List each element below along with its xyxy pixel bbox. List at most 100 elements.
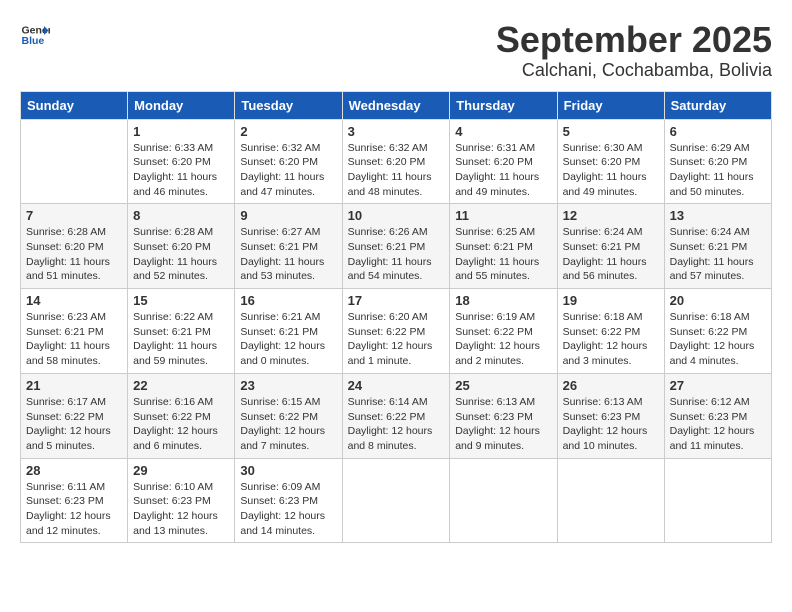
day-info: Sunrise: 6:20 AM Sunset: 6:22 PM Dayligh… [348,310,445,369]
day-info: Sunrise: 6:33 AM Sunset: 6:20 PM Dayligh… [133,141,229,200]
day-info: Sunrise: 6:24 AM Sunset: 6:21 PM Dayligh… [563,225,659,284]
day-number: 5 [563,124,659,139]
calendar-week-row: 28Sunrise: 6:11 AM Sunset: 6:23 PM Dayli… [21,458,772,543]
day-number: 29 [133,463,229,478]
calendar-cell: 27Sunrise: 6:12 AM Sunset: 6:23 PM Dayli… [664,373,771,458]
weekday-header-cell: Saturday [664,91,771,119]
title-block: September 2025 Calchani, Cochabamba, Bol… [496,20,772,81]
calendar-cell: 17 Sunrise: 6:20 AM Sunset: 6:22 PM Dayli… [342,289,450,374]
logo: General Blue [20,20,50,50]
calendar-cell: 24Sunrise: 6:14 AM Sunset: 6:22 PM Dayli… [342,373,450,458]
day-number: 4 [455,124,551,139]
day-info: Sunrise: 6:22 AM Sunset: 6:21 PM Dayligh… [133,310,229,369]
day-number: 19 [563,293,659,308]
calendar-week-row: 7 Sunrise: 6:28 AM Sunset: 6:20 PM Daylig… [21,204,772,289]
day-number: 18 [455,293,551,308]
day-info: Sunrise: 6:15 AM Sunset: 6:22 PM Dayligh… [240,395,336,454]
calendar-cell: 16Sunrise: 6:21 AM Sunset: 6:21 PM Dayli… [235,289,342,374]
day-number: 22 [133,378,229,393]
calendar-week-row: 1 Sunrise: 6:33 AM Sunset: 6:20 PM Daylig… [21,119,772,204]
day-number: 9 [240,208,336,223]
calendar-cell: 3 Sunrise: 6:32 AM Sunset: 6:20 PM Daylig… [342,119,450,204]
day-info: Sunrise: 6:10 AM Sunset: 6:23 PM Dayligh… [133,480,229,539]
calendar-cell: 9 Sunrise: 6:27 AM Sunset: 6:21 PM Daylig… [235,204,342,289]
day-number: 24 [348,378,445,393]
day-info: Sunrise: 6:28 AM Sunset: 6:20 PM Dayligh… [26,225,122,284]
calendar-cell: 2Sunrise: 6:32 AM Sunset: 6:20 PM Daylig… [235,119,342,204]
weekday-header-row: SundayMondayTuesdayWednesdayThursdayFrid… [21,91,772,119]
calendar-cell: 7 Sunrise: 6:28 AM Sunset: 6:20 PM Daylig… [21,204,128,289]
logo-icon: General Blue [20,20,50,50]
day-info: Sunrise: 6:13 AM Sunset: 6:23 PM Dayligh… [455,395,551,454]
calendar-week-row: 21 Sunrise: 6:17 AM Sunset: 6:22 PM Dayli… [21,373,772,458]
calendar-cell: 1 Sunrise: 6:33 AM Sunset: 6:20 PM Daylig… [128,119,235,204]
weekday-header-cell: Tuesday [235,91,342,119]
day-info: Sunrise: 6:31 AM Sunset: 6:20 PM Dayligh… [455,141,551,200]
calendar-table: SundayMondayTuesdayWednesdayThursdayFrid… [20,91,772,544]
day-number: 25 [455,378,551,393]
weekday-header-cell: Thursday [450,91,557,119]
day-info: Sunrise: 6:27 AM Sunset: 6:21 PM Dayligh… [240,225,336,284]
day-info: Sunrise: 6:26 AM Sunset: 6:21 PM Dayligh… [348,225,445,284]
calendar-cell: 21 Sunrise: 6:17 AM Sunset: 6:22 PM Dayli… [21,373,128,458]
calendar-cell: 10 Sunrise: 6:26 AM Sunset: 6:21 PM Dayli… [342,204,450,289]
month-title: September 2025 [496,20,772,60]
calendar-cell [21,119,128,204]
calendar-cell: 15 Sunrise: 6:22 AM Sunset: 6:21 PM Dayli… [128,289,235,374]
day-number: 10 [348,208,445,223]
day-number: 20 [670,293,766,308]
calendar-cell: 19 Sunrise: 6:18 AM Sunset: 6:22 PM Dayli… [557,289,664,374]
calendar-cell [450,458,557,543]
day-info: Sunrise: 6:13 AM Sunset: 6:23 PM Dayligh… [563,395,659,454]
svg-text:Blue: Blue [22,35,45,47]
calendar-cell [557,458,664,543]
day-info: Sunrise: 6:28 AM Sunset: 6:20 PM Dayligh… [133,225,229,284]
calendar-cell [664,458,771,543]
day-info: Sunrise: 6:32 AM Sunset: 6:20 PM Dayligh… [348,141,445,200]
calendar-cell: 25 Sunrise: 6:13 AM Sunset: 6:23 PM Dayli… [450,373,557,458]
weekday-header-cell: Sunday [21,91,128,119]
day-info: Sunrise: 6:16 AM Sunset: 6:22 PM Dayligh… [133,395,229,454]
calendar-cell: 30 Sunrise: 6:09 AM Sunset: 6:23 PM Dayli… [235,458,342,543]
calendar-cell: 14Sunrise: 6:23 AM Sunset: 6:21 PM Dayli… [21,289,128,374]
calendar-cell: 29 Sunrise: 6:10 AM Sunset: 6:23 PM Dayli… [128,458,235,543]
calendar-cell: 26Sunrise: 6:13 AM Sunset: 6:23 PM Dayli… [557,373,664,458]
day-info: Sunrise: 6:19 AM Sunset: 6:22 PM Dayligh… [455,310,551,369]
day-number: 1 [133,124,229,139]
day-info: Sunrise: 6:09 AM Sunset: 6:23 PM Dayligh… [240,480,336,539]
weekday-header-cell: Friday [557,91,664,119]
day-number: 8 [133,208,229,223]
day-number: 15 [133,293,229,308]
day-number: 6 [670,124,766,139]
calendar-cell: 8 Sunrise: 6:28 AM Sunset: 6:20 PM Daylig… [128,204,235,289]
day-info: Sunrise: 6:17 AM Sunset: 6:22 PM Dayligh… [26,395,122,454]
day-info: Sunrise: 6:12 AM Sunset: 6:23 PM Dayligh… [670,395,766,454]
calendar-cell: 5 Sunrise: 6:30 AM Sunset: 6:20 PM Daylig… [557,119,664,204]
day-info: Sunrise: 6:30 AM Sunset: 6:20 PM Dayligh… [563,141,659,200]
day-number: 21 [26,378,122,393]
calendar-week-row: 14Sunrise: 6:23 AM Sunset: 6:21 PM Dayli… [21,289,772,374]
day-info: Sunrise: 6:18 AM Sunset: 6:22 PM Dayligh… [563,310,659,369]
day-info: Sunrise: 6:11 AM Sunset: 6:23 PM Dayligh… [26,480,122,539]
day-number: 2 [240,124,336,139]
calendar-cell: 4 Sunrise: 6:31 AM Sunset: 6:20 PM Daylig… [450,119,557,204]
day-info: Sunrise: 6:21 AM Sunset: 6:21 PM Dayligh… [240,310,336,369]
day-number: 17 [348,293,445,308]
location-subtitle: Calchani, Cochabamba, Bolivia [496,60,772,81]
day-info: Sunrise: 6:29 AM Sunset: 6:20 PM Dayligh… [670,141,766,200]
day-number: 13 [670,208,766,223]
day-info: Sunrise: 6:24 AM Sunset: 6:21 PM Dayligh… [670,225,766,284]
calendar-cell: 28Sunrise: 6:11 AM Sunset: 6:23 PM Dayli… [21,458,128,543]
day-info: Sunrise: 6:18 AM Sunset: 6:22 PM Dayligh… [670,310,766,369]
day-number: 7 [26,208,122,223]
day-number: 23 [240,378,336,393]
day-number: 14 [26,293,122,308]
calendar-cell: 22 Sunrise: 6:16 AM Sunset: 6:22 PM Dayli… [128,373,235,458]
day-number: 3 [348,124,445,139]
calendar-cell [342,458,450,543]
calendar-cell: 11Sunrise: 6:25 AM Sunset: 6:21 PM Dayli… [450,204,557,289]
calendar-cell: 13 Sunrise: 6:24 AM Sunset: 6:21 PM Dayli… [664,204,771,289]
day-number: 30 [240,463,336,478]
weekday-header-cell: Wednesday [342,91,450,119]
calendar-cell: 6 Sunrise: 6:29 AM Sunset: 6:20 PM Daylig… [664,119,771,204]
